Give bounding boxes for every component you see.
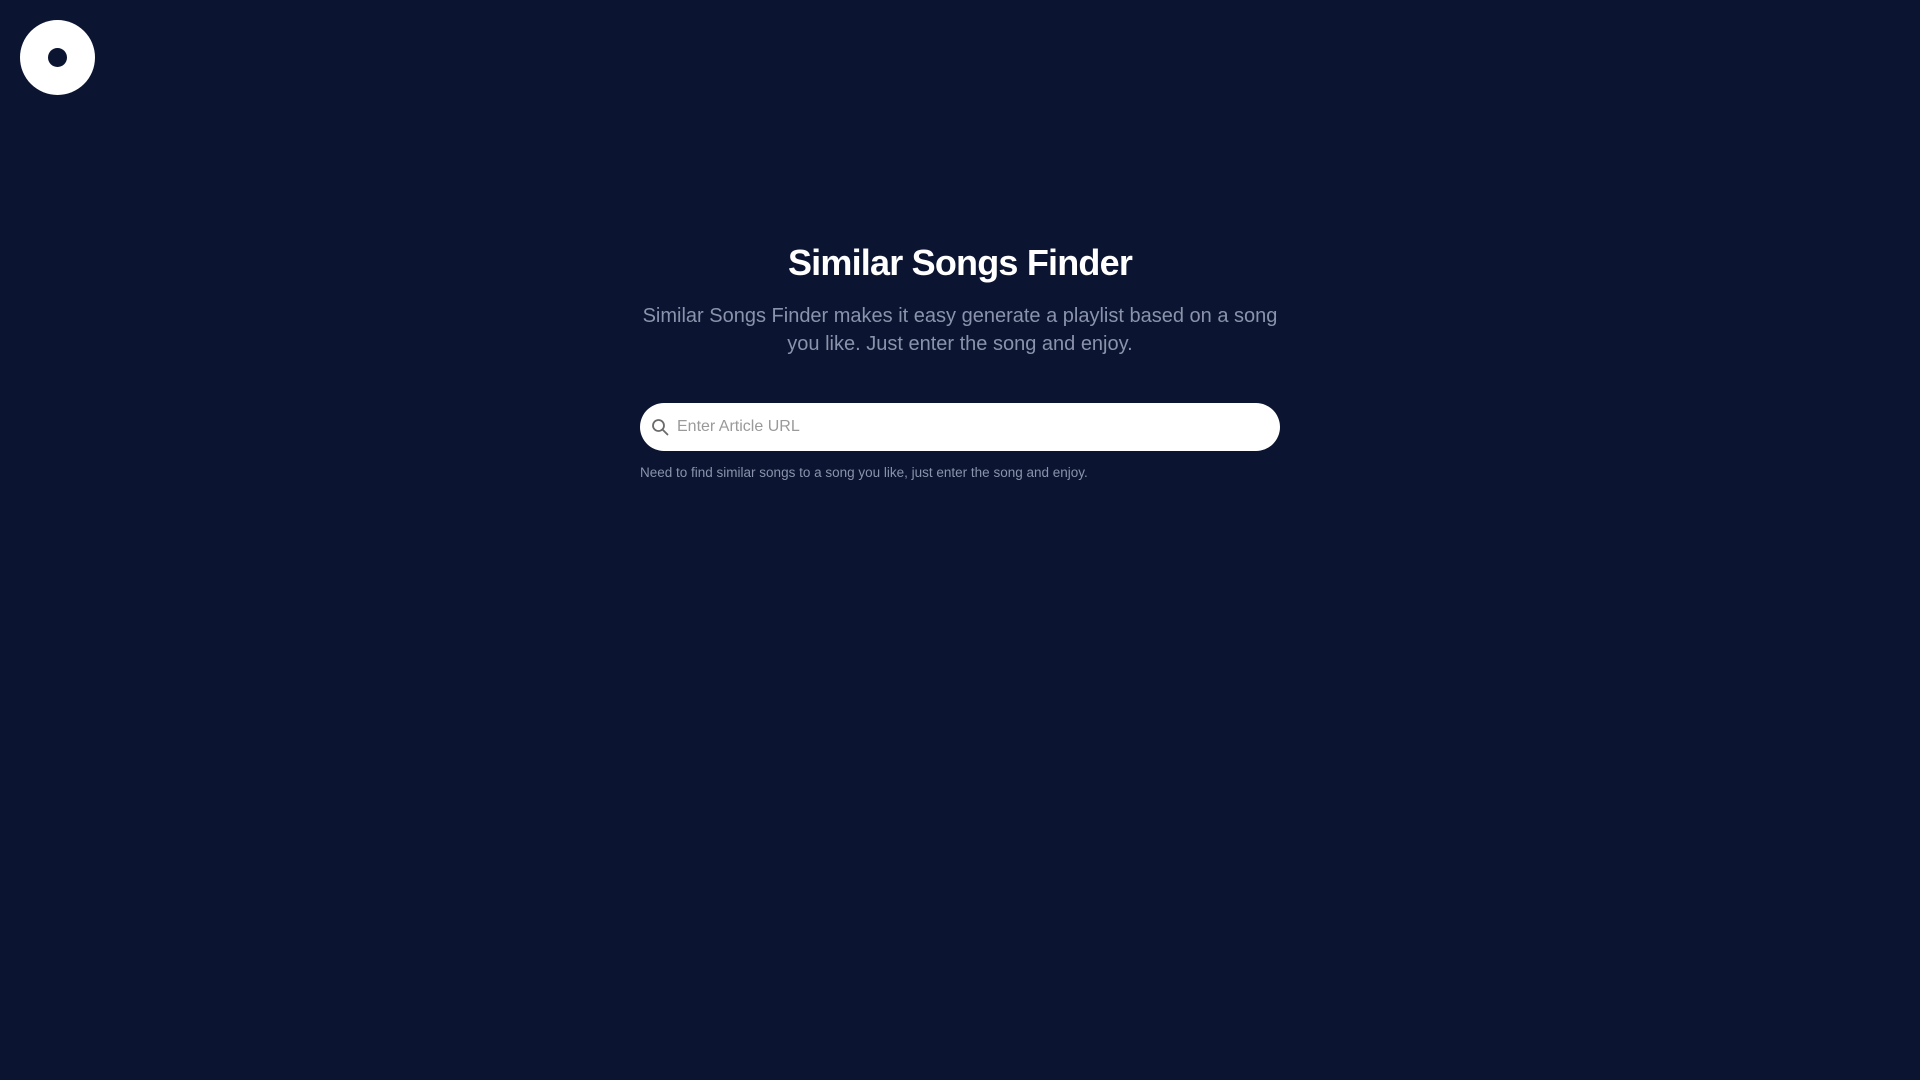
hero-section: Similar Songs Finder Similar Songs Finde…	[0, 240, 1920, 358]
search-icon	[651, 418, 669, 436]
page-subtitle: Similar Songs Finder makes it easy gener…	[642, 305, 1278, 355]
search-input[interactable]	[677, 407, 1267, 447]
logo-button[interactable]	[20, 20, 95, 95]
page-title: Similar Songs Finder	[787, 242, 1133, 283]
search-bar[interactable]	[640, 403, 1280, 451]
search-section: Need to find similar songs to a song you…	[640, 403, 1280, 482]
search-helper-text: Need to find similar songs to a song you…	[640, 465, 1088, 480]
disc-logo-icon	[48, 48, 67, 67]
